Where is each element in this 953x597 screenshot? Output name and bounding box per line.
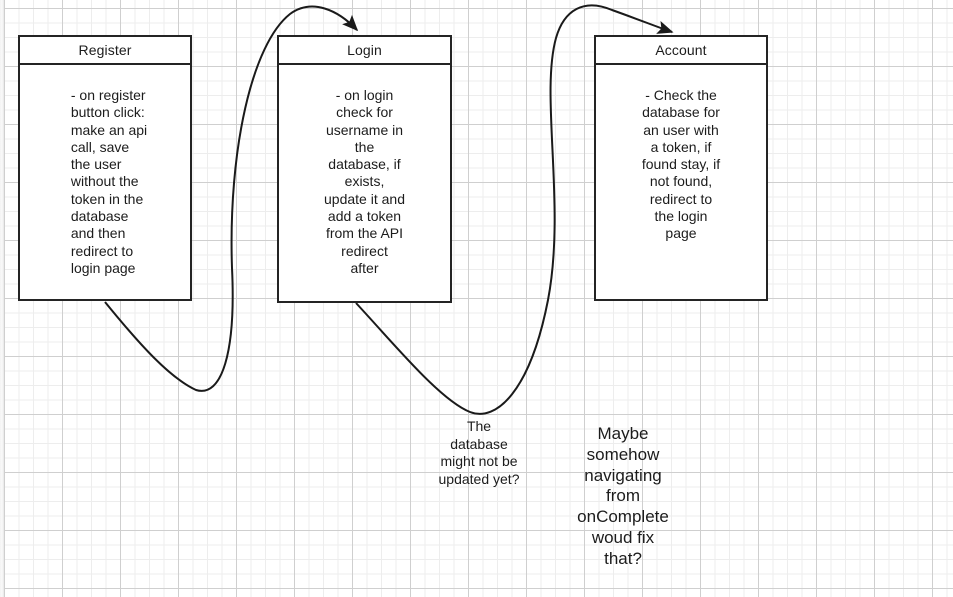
node-register-title: Register (78, 42, 132, 58)
node-register[interactable]: Register - on register button click: mak… (18, 35, 192, 301)
node-account-body-text: - Check the database for an user with a … (641, 87, 721, 242)
node-account-body: - Check the database for an user with a … (596, 65, 766, 299)
node-account-header: Account (596, 37, 766, 65)
annotation-oncomplete-note: Maybe somehow navigating from onComplete… (577, 424, 669, 568)
page-left-edge (0, 0, 4, 597)
node-account[interactable]: Account - Check the database for an user… (594, 35, 768, 301)
node-login-body-text: - on login check for username in the dat… (324, 87, 405, 276)
node-register-header: Register (20, 37, 190, 65)
node-register-body: - on register button click: make an api … (20, 65, 190, 299)
node-register-body-text: - on register button click: make an api … (70, 87, 148, 276)
node-account-title: Account (655, 42, 707, 58)
node-login-title: Login (347, 42, 382, 58)
node-login-header: Login (279, 37, 450, 65)
diagram-canvas: Register - on register button click: mak… (0, 0, 953, 597)
node-login[interactable]: Login - on login check for username in t… (277, 35, 452, 303)
annotation-database-note: The database might not be updated yet? (438, 418, 520, 487)
node-login-body: - on login check for username in the dat… (279, 65, 450, 301)
